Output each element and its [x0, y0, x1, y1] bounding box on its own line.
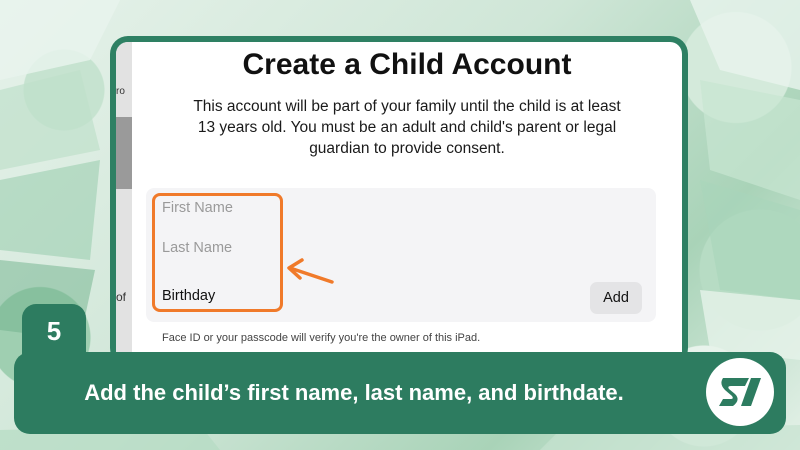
page-description: This account will be part of your family…	[193, 98, 621, 157]
step-number-badge: 5	[22, 304, 86, 358]
arrow-left-icon	[287, 258, 334, 284]
page-title: Create a Child Account	[242, 48, 572, 81]
sidebar-panel: ro of	[116, 42, 132, 360]
si-logo-mark	[719, 378, 761, 406]
sidebar-text-bottom: of	[116, 290, 127, 304]
sidebar-selected-row[interactable]	[116, 117, 132, 189]
caption-text: Add the child’s first name, last name, a…	[84, 380, 624, 405]
sidebar-text-top: ro	[116, 86, 125, 97]
name-fields-highlight	[152, 193, 283, 312]
add-birthday-button[interactable]: Add	[590, 282, 642, 314]
face-id-footnote: Face ID or your passcode will verify you…	[162, 332, 481, 344]
si-logo-icon	[706, 358, 774, 426]
